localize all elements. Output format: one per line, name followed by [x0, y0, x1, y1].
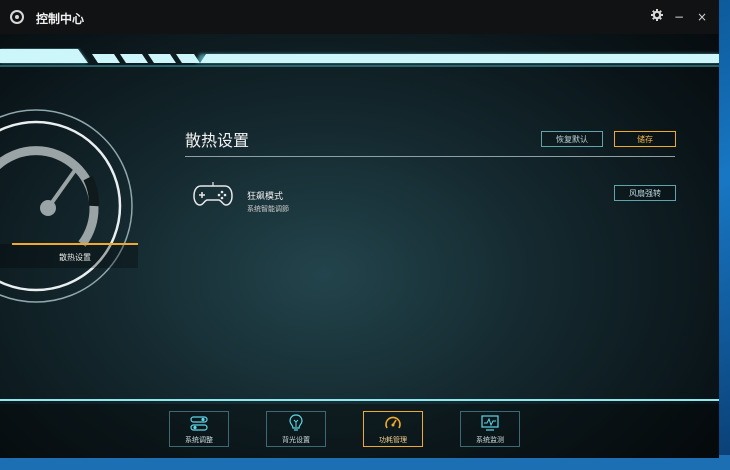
- gear-icon[interactable]: [649, 9, 665, 25]
- minimize-button[interactable]: −: [671, 9, 687, 25]
- nav-system-adjust[interactable]: 系统调整: [169, 411, 229, 447]
- section-divider: [185, 156, 675, 157]
- nav-label: 背光设置: [282, 436, 310, 444]
- speedometer-icon: [385, 416, 401, 429]
- app-logo-icon: [10, 10, 24, 24]
- app-title: 控制中心: [36, 12, 85, 26]
- active-tab-indicator: [12, 243, 138, 245]
- nav-label: 功耗管理: [379, 436, 407, 444]
- save-button[interactable]: 储存: [614, 131, 676, 147]
- top-neon-stripe: [0, 49, 719, 67]
- mode-subtitle: 系统智能调節: [247, 205, 289, 213]
- mode-title: 狂飙模式: [247, 192, 284, 202]
- close-button[interactable]: ×: [694, 9, 710, 25]
- left-tab-label[interactable]: 散热设置: [12, 252, 138, 263]
- nav-label: 系统调整: [185, 436, 213, 444]
- title-bar[interactable]: 控制中心 − ×: [0, 0, 719, 34]
- fan-boost-button[interactable]: 风扇强转: [614, 185, 676, 201]
- nav-label: 系统监测: [476, 436, 504, 444]
- nav-system-monitor[interactable]: 系统监测: [460, 411, 520, 447]
- nav-power-management[interactable]: 功耗管理: [363, 411, 423, 447]
- control-center-window: 控制中心 − × 散热设置 散热设置 恢复默认 储存 狂飙模式 系统智能调節 风…: [0, 0, 719, 458]
- light-bulb-icon: [289, 414, 303, 431]
- nav-backlight[interactable]: 背光设置: [266, 411, 326, 447]
- restore-default-button[interactable]: 恢复默认: [541, 131, 603, 147]
- bottom-nav-bar: [0, 404, 719, 458]
- section-title: 散热设置: [185, 131, 250, 150]
- monitor-chart-icon: [481, 415, 499, 431]
- toggle-switches-icon: [190, 416, 208, 431]
- cooling-gauge: [0, 109, 133, 303]
- gamepad-icon: [193, 182, 233, 206]
